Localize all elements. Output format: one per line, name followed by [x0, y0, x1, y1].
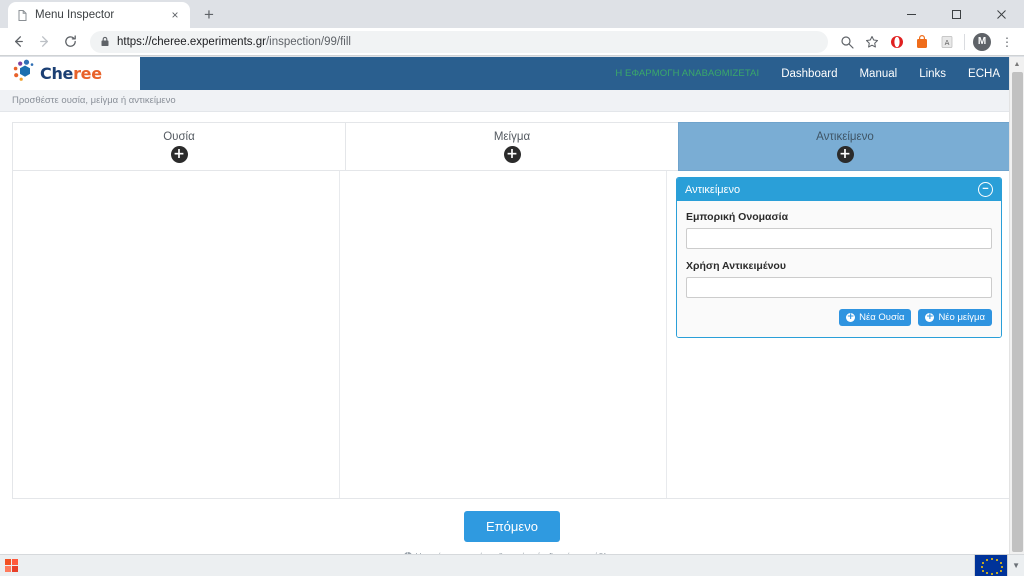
site-navbar: Η ΕΦΑΡΜΟΓΗ ΑΝΑΒΑΘΜΙΖΕΤΑΙ Dashboard Manua… — [140, 57, 1024, 90]
object-card-title: Αντικείμενο — [685, 183, 741, 196]
search-icon[interactable] — [836, 31, 858, 53]
url-text: https://cheree.experiments.gr/inspection… — [117, 35, 351, 48]
pane-object: Αντικείμενο − Εμπορική Ονομασία Χρήση Αν… — [667, 171, 1011, 498]
upgrade-alert-text: Η ΕΦΑΡΜΟΓΗ ΑΝΑΒΑΘΜΙΖΕΤΑΙ — [615, 68, 760, 79]
trade-name-input[interactable] — [686, 228, 992, 249]
browser-menu-icon[interactable]: ⋮ — [996, 31, 1018, 53]
pane-substance — [13, 171, 340, 498]
shopping-bag-icon[interactable] — [911, 31, 933, 53]
tab-object-label: Αντικείμενο — [816, 130, 874, 143]
site-header: Cheree Η ΕΦΑΡΜΟΓΗ ΑΝΑΒΑΘΜΙΖΕΤΑΙ Dashboar… — [0, 57, 1024, 90]
pane-mixture — [340, 171, 667, 498]
tab-substance[interactable]: Ουσία + — [12, 122, 346, 171]
plus-circle-icon[interactable]: + — [170, 145, 188, 163]
tab-mixture-label: Μείγμα — [493, 130, 531, 143]
minimize-button[interactable] — [889, 0, 934, 28]
next-button[interactable]: Επόμενο — [464, 511, 560, 542]
new-tab-button[interactable]: + — [196, 1, 222, 27]
new-mixture-button[interactable]: + Νέο μείγμα — [918, 309, 992, 326]
tray-caret-icon[interactable]: ▼ — [1012, 561, 1020, 570]
plus-circle-icon: + — [925, 312, 935, 322]
breadcrumb-text: Προσθέστε ουσία, μείγμα ή αντικείμενο — [12, 95, 176, 106]
breadcrumb: Προσθέστε ουσία, μείγμα ή αντικείμενο — [0, 90, 1024, 112]
window-controls — [889, 0, 1024, 28]
page-footer: Επόμενο i Η ουσία και το μείγμα θεωρείτα… — [12, 499, 1012, 561]
nav-link-links[interactable]: Links — [919, 68, 946, 80]
svg-text:A: A — [945, 39, 950, 47]
browser-toolbar: https://cheree.experiments.gr/inspection… — [0, 28, 1024, 56]
tray-area: ▼ — [974, 554, 1020, 576]
nav-link-echa[interactable]: ECHA — [968, 68, 1000, 80]
new-substance-button[interactable]: + Νέα Ουσία — [839, 309, 912, 326]
profile-avatar[interactable]: M — [971, 31, 993, 53]
object-use-input[interactable] — [686, 277, 992, 298]
back-button[interactable] — [6, 30, 30, 54]
object-card-body: Εμπορική Ονομασία Χρήση Αντικειμένου + Ν… — [677, 201, 1001, 337]
windows-flag-icon[interactable] — [4, 558, 19, 573]
object-use-label: Χρήση Αντικειμένου — [686, 260, 786, 272]
window-close-button[interactable] — [979, 0, 1024, 28]
logo-text: Cheree — [40, 64, 102, 83]
nav-link-manual[interactable]: Manual — [859, 68, 897, 80]
object-card-actions: + Νέα Ουσία + Νέο μείγμα — [686, 309, 992, 326]
browser-tab[interactable]: Menu Inspector × — [8, 2, 190, 28]
tab-object[interactable]: Αντικείμενο + — [678, 122, 1012, 171]
brand-area[interactable]: Cheree — [0, 57, 140, 90]
opera-extension-icon[interactable] — [886, 31, 908, 53]
tab-title: Menu Inspector — [35, 9, 115, 21]
close-icon[interactable]: × — [168, 8, 182, 22]
field-group-trade-name: Εμπορική Ονομασία — [686, 211, 992, 249]
page-viewport: Cheree Η ΕΦΑΡΜΟΓΗ ΑΝΑΒΑΘΜΙΖΕΤΑΙ Dashboar… — [0, 57, 1024, 576]
reload-button[interactable] — [58, 30, 82, 54]
new-substance-label: Νέα Ουσία — [859, 312, 905, 323]
tab-substance-label: Ουσία — [163, 130, 195, 143]
eu-flag-icon[interactable] — [974, 554, 1009, 576]
tab-strip: Menu Inspector × + — [0, 0, 1024, 28]
object-card: Αντικείμενο − Εμπορική Ονομασία Χρήση Αν… — [676, 177, 1002, 338]
main-content: Ουσία + Μείγμα + Αντικείμενο + Αντικείμε… — [0, 112, 1024, 561]
adobe-acrobat-icon[interactable]: A — [936, 31, 958, 53]
trade-name-label: Εμπορική Ονομασία — [686, 211, 789, 223]
tab-mixture[interactable]: Μείγμα + — [345, 122, 679, 171]
avatar: M — [973, 32, 991, 51]
page-scrollbar[interactable]: ▲ — [1009, 57, 1024, 576]
molecule-dots-icon — [12, 59, 38, 88]
taskbar: ▼ — [0, 554, 1024, 576]
scrollbar-thumb[interactable] — [1012, 72, 1023, 552]
object-card-header: Αντικείμενο − — [677, 178, 1001, 201]
document-icon — [16, 9, 29, 22]
lock-icon — [100, 36, 110, 47]
site-logo[interactable]: Cheree — [12, 59, 102, 88]
new-mixture-label: Νέο μείγμα — [938, 312, 985, 323]
scroll-up-arrow[interactable]: ▲ — [1010, 57, 1024, 72]
plus-circle-icon[interactable]: + — [836, 145, 854, 163]
field-group-object-use: Χρήση Αντικειμένου — [686, 260, 992, 298]
address-bar[interactable]: https://cheree.experiments.gr/inspection… — [90, 30, 828, 53]
plus-circle-icon: + — [846, 312, 856, 322]
forward-button[interactable] — [32, 30, 56, 54]
minus-circle-icon[interactable]: − — [978, 182, 993, 197]
plus-circle-icon[interactable]: + — [503, 145, 521, 163]
bookmark-star-icon[interactable] — [861, 31, 883, 53]
entity-type-tabs: Ουσία + Μείγμα + Αντικείμενο + — [12, 122, 1012, 171]
maximize-button[interactable] — [934, 0, 979, 28]
browser-window: Menu Inspector × + https://cheree.experi… — [0, 0, 1024, 576]
toolbar-icons: A M ⋮ — [836, 31, 1018, 53]
toolbar-divider — [964, 33, 965, 50]
entity-panes: Αντικείμενο − Εμπορική Ονομασία Χρήση Αν… — [12, 171, 1012, 499]
nav-link-dashboard[interactable]: Dashboard — [781, 68, 837, 80]
